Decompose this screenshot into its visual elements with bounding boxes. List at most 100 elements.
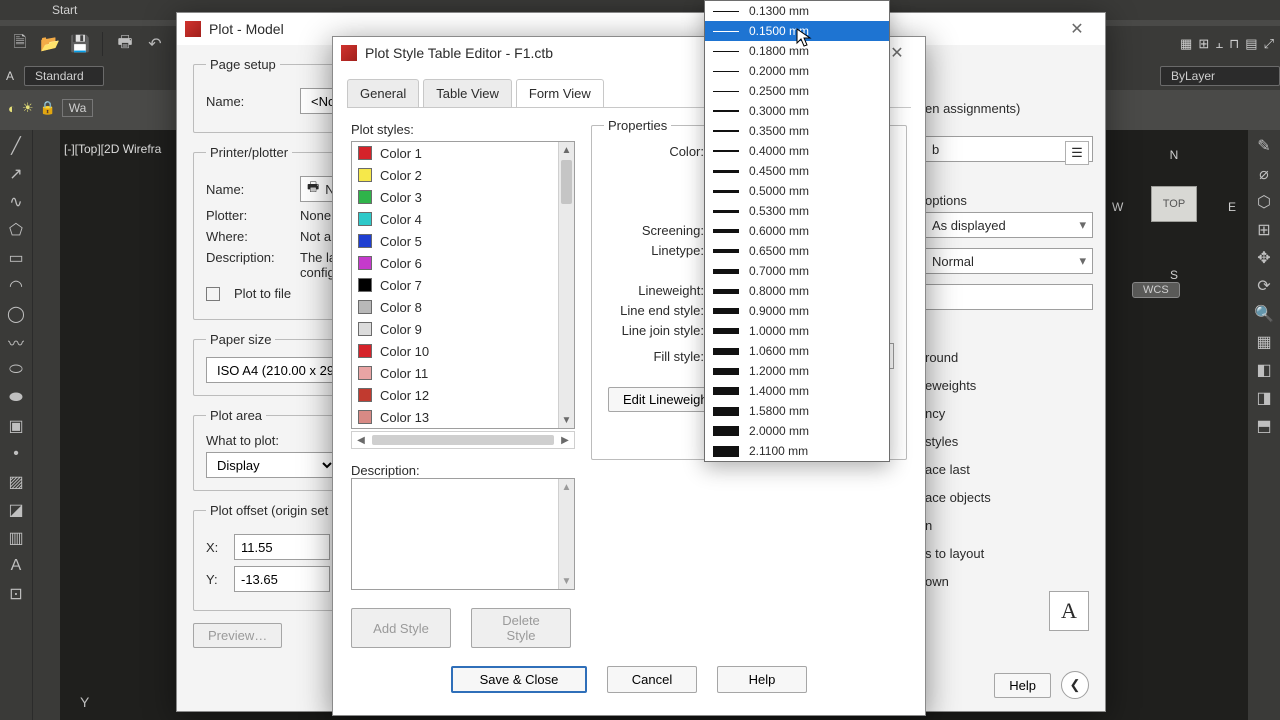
polygon-icon[interactable]: ⬠ [4, 218, 28, 242]
text-style-icon[interactable]: A [6, 69, 14, 83]
spline-icon[interactable]: 〰 [4, 330, 28, 354]
plot-style-item[interactable]: Color 7 [352, 274, 558, 296]
lineweight-option[interactable]: 0.4000 mm [705, 141, 889, 161]
sun-icon[interactable]: ☀ [22, 100, 34, 116]
plot-style-item[interactable]: Color 1 [352, 142, 558, 164]
plot-option-tail[interactable]: eweights [925, 372, 1093, 400]
scrollbar-vertical[interactable]: ▲ ▼ [558, 142, 574, 428]
tab-general[interactable]: General [347, 79, 419, 107]
lineweight-option[interactable]: 0.4500 mm [705, 161, 889, 181]
tool7-icon[interactable]: ◨ [1252, 386, 1276, 410]
plot-style-item[interactable]: Color 9 [352, 318, 558, 340]
point-icon[interactable]: • [4, 442, 28, 466]
viewcube-w[interactable]: W [1112, 200, 1123, 214]
preview-button[interactable]: Preview… [193, 623, 282, 648]
lineweight-option[interactable]: 0.7000 mm [705, 261, 889, 281]
save-icon[interactable]: 💾 [68, 32, 92, 56]
hscroll-thumb[interactable] [372, 435, 554, 445]
hatch-icon[interactable]: ▨ [4, 470, 28, 494]
circle-icon[interactable]: ◯ [4, 302, 28, 326]
new-icon[interactable]: 🗎 [8, 32, 32, 56]
lineweight-option[interactable]: 0.6500 mm [705, 241, 889, 261]
viewcube-s[interactable]: S [1170, 268, 1178, 282]
lineweight-option[interactable]: 0.1300 mm [705, 1, 889, 21]
dim3-icon[interactable]: ⊓ [1229, 36, 1239, 52]
lineweight-option[interactable]: 0.1500 mm [705, 21, 889, 41]
plot-option-tail[interactable]: ncy [925, 400, 1093, 428]
scroll-right-icon[interactable]: ▶ [558, 435, 572, 446]
delete-style-button[interactable]: Delete Style [471, 608, 571, 648]
what-to-plot-select[interactable]: Display [206, 452, 336, 478]
scrollbar-horizontal[interactable]: ◀▶ [351, 431, 575, 449]
lineweight-option[interactable]: 0.5000 mm [705, 181, 889, 201]
block-icon[interactable]: ▣ [4, 414, 28, 438]
tool2-icon[interactable]: ⌀ [1252, 162, 1276, 186]
tool5-icon[interactable]: ▦ [1252, 330, 1276, 354]
scale-icon[interactable]: ⤢ [1264, 36, 1274, 52]
add-style-button[interactable]: Add Style [351, 608, 451, 648]
plot-option-tail[interactable]: ace last [925, 456, 1093, 484]
ellipse2-icon[interactable]: ⬬ [4, 386, 28, 410]
ray-icon[interactable]: ↗ [4, 162, 28, 186]
tool6-icon[interactable]: ◧ [1252, 358, 1276, 382]
plot-option-tail[interactable]: styles [925, 428, 1093, 456]
plot-option-tail[interactable]: ace objects [925, 484, 1093, 512]
plot-icon[interactable]: 🖶 [113, 32, 137, 56]
cancel-button[interactable]: Cancel [607, 666, 697, 693]
lineweight-option[interactable]: 0.5300 mm [705, 201, 889, 221]
lineweight-option[interactable]: 1.0600 mm [705, 341, 889, 361]
viewcube-wcs[interactable]: WCS [1132, 282, 1180, 298]
layer-combo[interactable]: ByLayer [1160, 66, 1280, 86]
region-icon[interactable]: ◪ [4, 498, 28, 522]
layer-name[interactable]: Wa [62, 99, 94, 117]
lineweight-option[interactable]: 1.5800 mm [705, 401, 889, 421]
plot-style-item[interactable]: Color 8 [352, 296, 558, 318]
lineweight-option[interactable]: 0.9000 mm [705, 301, 889, 321]
plot-option-tail[interactable]: round [925, 344, 1093, 372]
offset-y-input[interactable] [234, 566, 330, 592]
table2-icon[interactable]: ▥ [4, 526, 28, 550]
editor-help-button[interactable]: Help [717, 666, 807, 693]
plot-styles-listbox[interactable]: Color 1Color 2Color 3Color 4Color 5Color… [351, 141, 575, 429]
scroll-left-icon[interactable]: ◀ [354, 435, 368, 446]
viewcube-n[interactable]: N [1170, 148, 1179, 162]
lock-icon[interactable]: 🔒 [40, 100, 56, 116]
scroll-thumb[interactable] [561, 160, 572, 204]
viewcube-e[interactable]: E [1228, 200, 1236, 214]
lineweight-option[interactable]: 2.1100 mm [705, 441, 889, 461]
lineweight-option[interactable]: 0.1800 mm [705, 41, 889, 61]
plot-style-item[interactable]: Color 10 [352, 340, 558, 362]
plot-style-item[interactable]: Color 4 [352, 208, 558, 230]
expand-button[interactable]: ❮ [1061, 671, 1089, 699]
tool3-icon[interactable]: ⬡ [1252, 190, 1276, 214]
pline-icon[interactable]: ∿ [4, 190, 28, 214]
group-icon[interactable]: ⊡ [4, 582, 28, 606]
plot-style-item[interactable]: Color 2 [352, 164, 558, 186]
undo-icon[interactable]: ↶ [143, 32, 167, 56]
scroll-down-icon[interactable]: ▼ [559, 412, 574, 428]
plot-style-item[interactable]: Color 12 [352, 384, 558, 406]
tab-form-view[interactable]: Form View [516, 79, 604, 107]
bulb-icon[interactable]: ◐ [8, 101, 16, 116]
viewcube[interactable]: N S W E TOP WCS [1114, 142, 1234, 302]
help-button[interactable]: Help [994, 673, 1051, 698]
plot-option-tail[interactable]: n [925, 512, 1093, 540]
plot-to-file-checkbox[interactable] [206, 287, 220, 301]
scroll-up-icon[interactable]: ▲ [559, 142, 574, 158]
plot-style-item[interactable]: Color 6 [352, 252, 558, 274]
lineweight-option[interactable]: 0.8000 mm [705, 281, 889, 301]
lineweight-option[interactable]: 0.3500 mm [705, 121, 889, 141]
edit-style-table-icon[interactable]: ☰ [1065, 141, 1089, 165]
lineweight-option[interactable]: 0.2500 mm [705, 81, 889, 101]
lineweight-option[interactable]: 0.6000 mm [705, 221, 889, 241]
plot-style-item[interactable]: Color 13 [352, 406, 558, 428]
lineweight-option[interactable]: 1.0000 mm [705, 321, 889, 341]
tool1-icon[interactable]: ✎ [1252, 134, 1276, 158]
description-textarea[interactable]: ▲▼ [351, 478, 575, 590]
offset-x-input[interactable] [234, 534, 330, 560]
zoom-icon[interactable]: 🔍 [1252, 302, 1276, 326]
tool8-icon[interactable]: ⬒ [1252, 414, 1276, 438]
rect-icon[interactable]: ▭ [4, 246, 28, 270]
start-menu[interactable]: Start [38, 3, 91, 17]
ellipse-icon[interactable]: ⬭ [4, 358, 28, 382]
